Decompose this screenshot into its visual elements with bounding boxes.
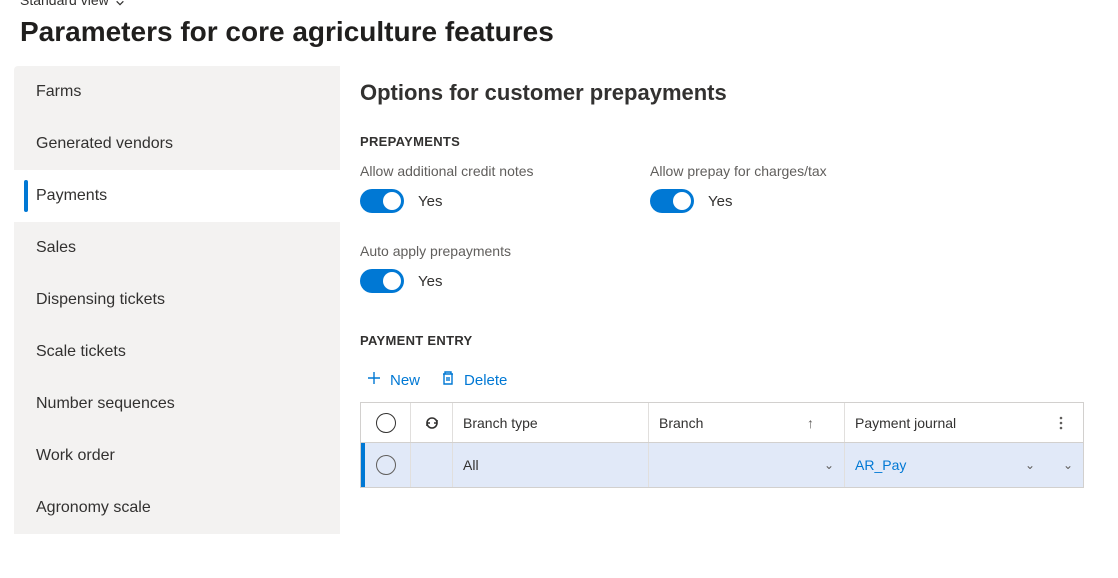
trash-icon	[440, 370, 456, 390]
column-header-branch-type[interactable]: Branch type	[453, 403, 649, 442]
radio-icon	[376, 413, 396, 433]
sidebar-item-farms[interactable]: Farms	[14, 66, 340, 118]
toggle-allow-prepay-charges: Allow prepay for charges/tax Yes	[650, 163, 940, 213]
toggle-switch-allow-credit-notes[interactable]	[360, 189, 404, 213]
page-title: Parameters for core agriculture features	[20, 16, 1098, 48]
column-header-label: Branch	[659, 415, 703, 431]
sort-asc-icon: ↑	[807, 415, 814, 431]
column-header-branch[interactable]: Branch ↑	[649, 403, 845, 442]
payment-journal-cell[interactable]: AR_Pay ⌄	[845, 443, 1045, 487]
refresh-cell[interactable]	[411, 403, 453, 442]
section-label-payment-entry: PAYMENT ENTRY	[360, 333, 1084, 348]
view-mode-selector[interactable]: Standard view	[20, 0, 1098, 8]
toggle-value: Yes	[708, 193, 732, 210]
branch-type-cell[interactable]: All ⌄	[453, 443, 649, 487]
payment-entry-grid: Branch type Branch ↑ Payment journal	[360, 402, 1084, 488]
caret-down-icon	[115, 0, 125, 5]
toggle-label: Allow additional credit notes	[360, 163, 650, 179]
toggle-label: Allow prepay for charges/tax	[650, 163, 940, 179]
sidebar-item-payments[interactable]: Payments	[14, 170, 340, 222]
refresh-icon	[424, 415, 440, 431]
branch-type-value: All	[463, 457, 479, 473]
toggle-switch-allow-prepay-charges[interactable]	[650, 189, 694, 213]
table-row[interactable]: All ⌄ ⌄ AR_Pay ⌄	[361, 443, 1083, 487]
sidebar-item-scale-tickets[interactable]: Scale tickets	[14, 326, 340, 378]
select-all-cell[interactable]	[361, 403, 411, 442]
sidebar-item-dispensing-tickets[interactable]: Dispensing tickets	[14, 274, 340, 326]
toggle-value: Yes	[418, 273, 442, 290]
toggle-value: Yes	[418, 193, 442, 210]
chevron-down-icon: ⌄	[1025, 458, 1035, 472]
row-select-cell[interactable]	[361, 443, 411, 487]
section-label-prepayments: PREPAYMENTS	[360, 134, 1084, 149]
main-title: Options for customer prepayments	[360, 80, 1084, 106]
delete-button-label: Delete	[464, 372, 507, 389]
sidebar-item-sales[interactable]: Sales	[14, 222, 340, 274]
grid-header-row: Branch type Branch ↑ Payment journal	[361, 403, 1083, 443]
main-panel: Options for customer prepayments PREPAYM…	[340, 66, 1104, 488]
toggle-switch-auto-apply[interactable]	[360, 269, 404, 293]
grid-toolbar: New Delete	[360, 362, 1084, 402]
grid-options-button[interactable]	[1045, 403, 1077, 442]
column-header-payment-journal[interactable]: Payment journal	[845, 403, 1045, 442]
sidebar: Farms Generated vendors Payments Sales D…	[14, 66, 340, 534]
toggle-allow-credit-notes: Allow additional credit notes Yes	[360, 163, 650, 213]
sidebar-item-generated-vendors[interactable]: Generated vendors	[14, 118, 340, 170]
sidebar-item-agronomy-scale[interactable]: Agronomy scale	[14, 482, 340, 534]
payment-journal-value: AR_Pay	[855, 457, 906, 473]
row-spacer-cell	[411, 443, 453, 487]
toggle-label: Auto apply prepayments	[360, 243, 650, 259]
more-vertical-icon	[1053, 415, 1069, 431]
chevron-down-icon: ⌄	[824, 458, 834, 472]
chevron-down-icon: ⌄	[1063, 458, 1073, 472]
sidebar-item-number-sequences[interactable]: Number sequences	[14, 378, 340, 430]
branch-cell[interactable]: ⌄	[649, 443, 845, 487]
new-button[interactable]: New	[366, 370, 420, 390]
sidebar-item-work-order[interactable]: Work order	[14, 430, 340, 482]
view-mode-label: Standard view	[20, 0, 109, 8]
toggle-auto-apply: Auto apply prepayments Yes	[360, 243, 650, 293]
plus-icon	[366, 370, 382, 390]
radio-icon	[376, 455, 396, 475]
new-button-label: New	[390, 372, 420, 389]
delete-button[interactable]: Delete	[440, 370, 507, 390]
